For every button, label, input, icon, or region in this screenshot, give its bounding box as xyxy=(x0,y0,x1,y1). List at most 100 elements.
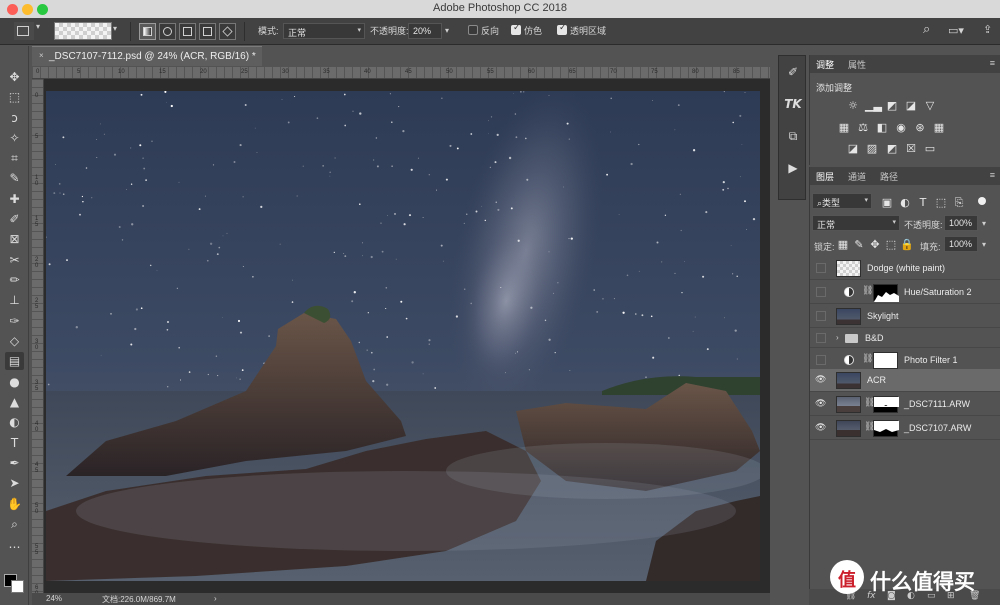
share-icon[interactable]: ⇪ xyxy=(983,23,992,36)
blur-tool-icon[interactable]: ● xyxy=(5,373,24,391)
layer-name[interactable]: ACR xyxy=(867,375,886,385)
actions-play-icon[interactable]: ▶ xyxy=(784,159,802,177)
vibrance-icon[interactable]: ▽ xyxy=(923,100,937,112)
angle-gradient-button[interactable] xyxy=(179,23,196,40)
mask-thumbnail[interactable] xyxy=(873,352,898,369)
layer-row-dsc7107[interactable]: 👁 ⛓ _DSC7107.ARW xyxy=(810,417,1000,440)
shape-filter-icon[interactable]: ⬚ xyxy=(934,197,948,209)
layer-name[interactable]: Hue/Saturation 2 xyxy=(904,287,972,297)
lock-all-icon[interactable]: 🔒 xyxy=(900,239,914,251)
search-icon[interactable]: ⌕ xyxy=(923,22,930,37)
lock-image-icon[interactable]: ✎ xyxy=(852,239,866,251)
workspace-icon[interactable]: ▭▾ xyxy=(948,24,964,37)
lock-transparent-icon[interactable]: ▦ xyxy=(836,239,850,251)
layer-thumbnail[interactable] xyxy=(836,372,861,389)
chevron-down-icon[interactable]: ▾ xyxy=(36,22,40,31)
horizontal-ruler[interactable]: 0 5 10 15 20 25 30 35 40 45 50 55 60 65 70 75 80 85 xyxy=(32,67,770,79)
move-tool-icon[interactable]: ✥ xyxy=(5,68,24,86)
eye-icon[interactable]: 👁 xyxy=(815,375,826,385)
brightness-contrast-icon[interactable]: ☼ xyxy=(846,100,860,112)
layer-row-dsc7111[interactable]: 👁 ⛓ _DSC7111.ARW xyxy=(810,393,1000,416)
type-filter-icon[interactable]: T xyxy=(916,197,930,209)
type-tool-icon[interactable]: T xyxy=(5,434,24,452)
levels-icon[interactable]: ▁▃ xyxy=(865,100,882,112)
tab-adjustments[interactable]: 调整 xyxy=(816,58,834,71)
adjustment-filter-icon[interactable]: ◐ xyxy=(898,197,912,209)
close-icon[interactable]: × xyxy=(39,51,44,60)
dodge-tool-icon[interactable]: ◐ xyxy=(5,413,24,431)
gradient-picker-dropdown[interactable]: ▾ xyxy=(112,22,122,40)
layer-thumbnail[interactable] xyxy=(836,308,861,325)
chevron-right-icon[interactable]: › xyxy=(836,333,839,342)
transparency-checkbox[interactable] xyxy=(557,23,567,35)
background-color-swatch[interactable] xyxy=(11,580,24,593)
visibility-toggle[interactable] xyxy=(816,355,826,365)
opacity-input[interactable]: 20% xyxy=(408,23,442,39)
document-tab[interactable]: × _DSC7107-7112.psd @ 24% (ACR, RGB/16) … xyxy=(32,46,262,66)
magic-wand-tool-icon[interactable]: ✧ xyxy=(5,129,24,147)
layer-name[interactable]: _DSC7111.ARW xyxy=(904,399,970,409)
night-sky-photo[interactable] xyxy=(46,91,760,581)
history-brush-tool-icon[interactable]: ✂ xyxy=(5,251,24,269)
tk-plugin-icon[interactable]: TK xyxy=(784,95,802,113)
layer-row-dodge[interactable]: Dodge (white paint) xyxy=(810,257,1000,280)
reverse-checkbox[interactable] xyxy=(468,25,478,35)
visibility-toggle[interactable] xyxy=(816,263,826,273)
layer-name[interactable]: Photo Filter 1 xyxy=(904,355,958,365)
marquee-tool-icon[interactable]: ⬚ xyxy=(5,88,24,106)
lock-artboard-icon[interactable]: ⬚ xyxy=(884,239,898,251)
hue-saturation-icon[interactable]: ▦ xyxy=(837,122,851,134)
sharpen-tool-icon[interactable]: ▲ xyxy=(5,393,24,411)
brush-settings-icon[interactable]: ✐ xyxy=(784,63,802,81)
photo-filter-icon[interactable]: ◉ xyxy=(894,122,908,134)
panel-menu-icon[interactable]: ≡ xyxy=(990,170,995,180)
tab-properties[interactable]: 属性 xyxy=(848,58,866,71)
layer-thumbnail[interactable] xyxy=(836,420,861,437)
layer-name[interactable]: Dodge (white paint) xyxy=(867,263,945,273)
brush-tool-icon[interactable]: ✐ xyxy=(5,210,24,228)
pixel-filter-icon[interactable]: ▣ xyxy=(880,197,894,209)
fill-input[interactable]: 100% xyxy=(944,236,978,252)
path-selection-tool-icon[interactable]: ➤ xyxy=(5,474,24,492)
color-lookup-icon[interactable]: ▦ xyxy=(932,122,946,134)
dither-checkbox[interactable] xyxy=(511,23,521,35)
layer-name[interactable]: B&D xyxy=(865,333,884,343)
tab-paths[interactable]: 路径 xyxy=(880,170,898,183)
visibility-toggle[interactable] xyxy=(816,333,826,343)
layer-row-acr[interactable]: 👁 ACR xyxy=(810,369,1000,392)
chevron-down-icon[interactable]: ▾ xyxy=(982,219,986,228)
zoom-tool-icon[interactable]: ⌕ xyxy=(5,515,24,533)
link-icon[interactable]: ⛓ xyxy=(862,286,873,296)
gradient-preview-swatch[interactable] xyxy=(54,22,112,40)
layer-row-skylight[interactable]: Skylight xyxy=(810,305,1000,328)
radial-gradient-button[interactable] xyxy=(159,23,176,40)
layer-opacity-input[interactable]: 100% xyxy=(944,215,978,231)
pen-tool-icon[interactable]: ✒ xyxy=(5,454,24,472)
layer-filter-select[interactable]: ⌕类型 ▾ xyxy=(812,193,872,209)
link-icon[interactable]: ⛓ xyxy=(862,354,873,364)
mask-thumbnail[interactable] xyxy=(873,396,899,413)
smart-object-filter-icon[interactable]: ⎘ xyxy=(952,197,966,209)
layer-name[interactable]: _DSC7107.ARW xyxy=(904,423,971,433)
exposure-icon[interactable]: ◪ xyxy=(904,100,918,112)
visibility-toggle[interactable] xyxy=(816,287,826,297)
canvas-area[interactable] xyxy=(44,79,770,593)
layer-row-group-bd[interactable]: › B&D xyxy=(810,329,1000,348)
adjustment-layer-icon[interactable] xyxy=(844,287,854,297)
diamond-gradient-button[interactable] xyxy=(219,23,236,40)
hand-tool-icon[interactable]: ✋ xyxy=(5,495,24,513)
selective-color-icon[interactable]: ☒ xyxy=(904,143,918,155)
chevron-right-icon[interactable]: › xyxy=(214,594,217,603)
zoom-level[interactable]: 24% xyxy=(46,594,62,603)
panel-menu-icon[interactable]: ≡ xyxy=(990,58,995,68)
brush-alt-tool-icon[interactable]: ✏ xyxy=(5,271,24,289)
adjustment-layer-icon[interactable] xyxy=(844,355,854,365)
filter-toggle[interactable] xyxy=(978,197,986,205)
visibility-toggle[interactable] xyxy=(816,311,826,321)
lasso-tool-icon[interactable]: ↄ xyxy=(5,109,24,127)
posterize-icon[interactable]: ▨ xyxy=(865,143,879,155)
linear-gradient-button[interactable] xyxy=(139,23,156,40)
channel-mixer-icon[interactable]: ⊛ xyxy=(913,122,927,134)
layer-name[interactable]: Skylight xyxy=(867,311,899,321)
clone-stamp-tool-icon[interactable]: ⊠ xyxy=(5,230,24,248)
